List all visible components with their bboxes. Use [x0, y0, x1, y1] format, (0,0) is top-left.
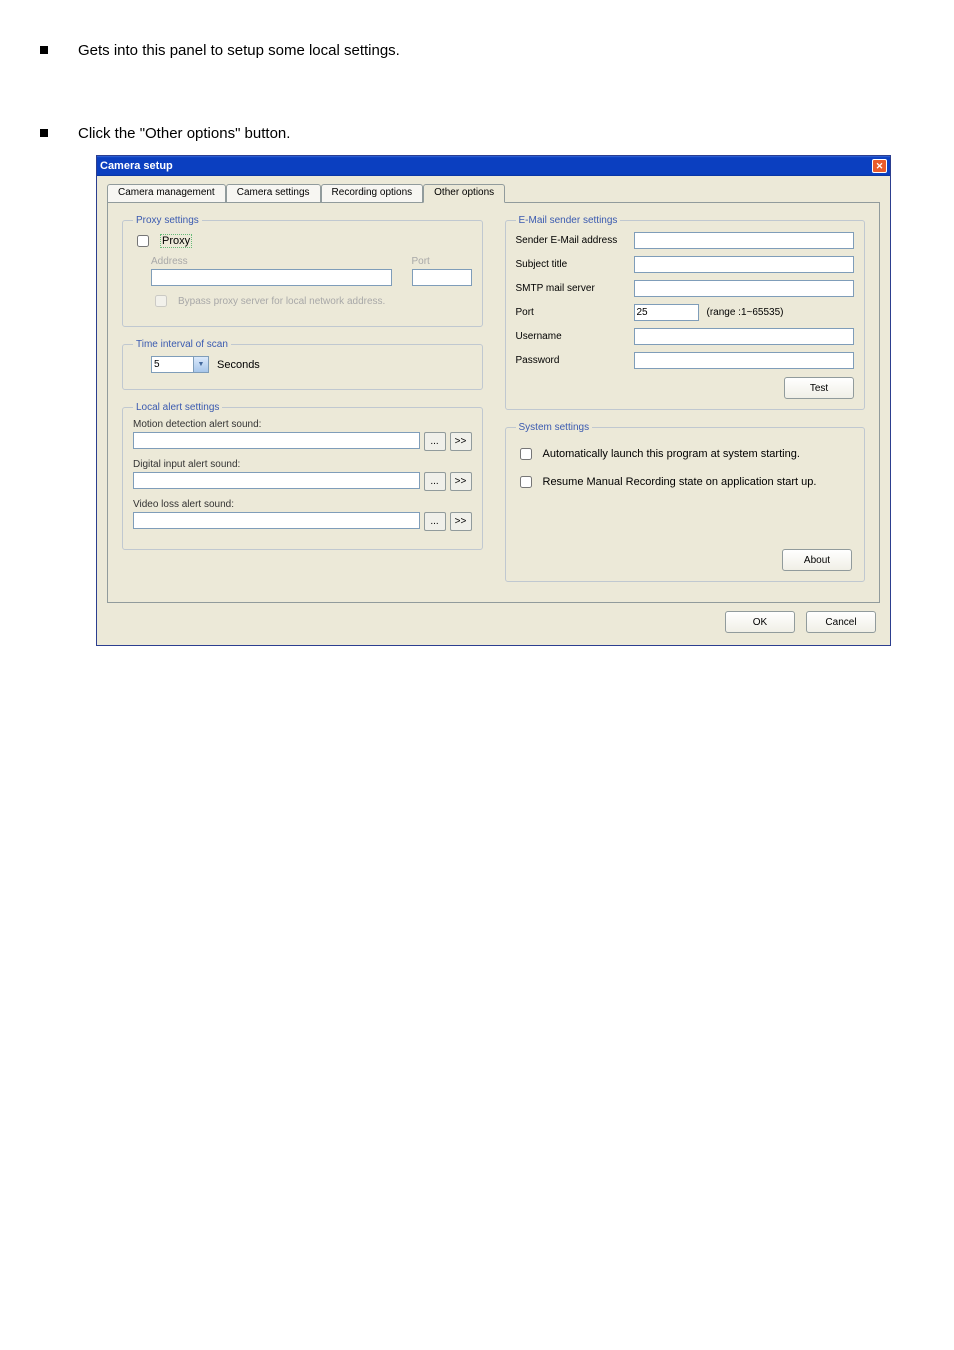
auto-launch-label: Automatically launch this program at sys…	[543, 448, 800, 460]
tab-recording-options[interactable]: Recording options	[321, 184, 424, 202]
smtp-port-input[interactable]	[634, 304, 699, 321]
port-label: Port	[412, 256, 472, 267]
auto-launch-checkbox[interactable]	[520, 448, 532, 460]
local-alert-group: Local alert settings Motion detection al…	[122, 402, 483, 550]
browse-button[interactable]: ...	[424, 472, 446, 491]
group-title: Proxy settings	[133, 215, 202, 226]
doc-bullet-2: Click the "Other options" button.	[40, 123, 914, 146]
resume-recording-checkbox[interactable]	[520, 476, 532, 488]
camera-setup-dialog: Camera setup ✕ Camera management Camera …	[96, 155, 891, 646]
proxy-address-input[interactable]	[151, 269, 392, 286]
group-title: System settings	[516, 422, 593, 433]
proxy-port-input[interactable]	[412, 269, 472, 286]
bypass-checkbox[interactable]	[155, 295, 167, 307]
proxy-checkbox-label: Proxy	[160, 234, 192, 248]
port-range-note: (range :1~65535)	[707, 307, 784, 318]
password-label: Password	[516, 355, 634, 366]
group-title: Local alert settings	[133, 402, 222, 413]
square-bullet-icon	[40, 129, 48, 137]
play-button[interactable]: >>	[450, 432, 472, 451]
text: button.	[240, 125, 290, 142]
sender-email-input[interactable]	[634, 232, 855, 249]
digital-sound-input[interactable]	[133, 472, 420, 489]
group-title: E-Mail sender settings	[516, 215, 621, 226]
chevron-down-icon[interactable]: ▼	[193, 356, 209, 373]
test-button[interactable]: Test	[784, 377, 854, 399]
proxy-settings-group: Proxy settings Proxy Address Port	[122, 215, 483, 327]
left-column: Proxy settings Proxy Address Port	[122, 215, 483, 590]
smtp-port-label: Port	[516, 307, 634, 318]
tab-camera-management[interactable]: Camera management	[107, 184, 226, 202]
tab-content: Proxy settings Proxy Address Port	[107, 203, 880, 603]
text: Click the	[78, 125, 140, 142]
username-label: Username	[516, 331, 634, 342]
smtp-server-input[interactable]	[634, 280, 855, 297]
bullet-text: Gets into this panel to setup some local…	[78, 40, 400, 63]
doc-bullet-1: Gets into this panel to setup some local…	[40, 40, 914, 63]
text-link: "Other options"	[140, 125, 241, 142]
smtp-label: SMTP mail server	[516, 283, 634, 294]
browse-button[interactable]: ...	[424, 512, 446, 531]
scan-interval-combo[interactable]: ▼	[151, 356, 209, 373]
browse-button[interactable]: ...	[424, 432, 446, 451]
resume-recording-label: Resume Manual Recording state on applica…	[543, 476, 817, 488]
unit-label: Seconds	[217, 359, 260, 371]
scan-interval-input[interactable]	[151, 356, 193, 373]
subject-label: Subject title	[516, 259, 634, 270]
proxy-checkbox[interactable]	[137, 235, 149, 247]
email-sender-group: E-Mail sender settings Sender E-Mail add…	[505, 215, 866, 410]
address-label: Address	[151, 256, 392, 267]
about-button[interactable]: About	[782, 549, 852, 571]
play-button[interactable]: >>	[450, 472, 472, 491]
sender-label: Sender E-Mail address	[516, 235, 634, 246]
tabstrip: Camera management Camera settings Record…	[107, 184, 880, 203]
password-input[interactable]	[634, 352, 855, 369]
bullet-text: Click the "Other options" button.	[78, 123, 290, 146]
scan-interval-group: Time interval of scan ▼ Seconds	[122, 339, 483, 390]
tab-other-options[interactable]: Other options	[423, 184, 505, 203]
motion-alert-label: Motion detection alert sound:	[133, 419, 472, 430]
group-title: Time interval of scan	[133, 339, 231, 350]
bypass-label: Bypass proxy server for local network ad…	[178, 296, 385, 307]
motion-sound-input[interactable]	[133, 432, 420, 449]
video-loss-label: Video loss alert sound:	[133, 499, 472, 510]
cancel-button[interactable]: Cancel	[806, 611, 876, 633]
dialog-button-row: OK Cancel	[107, 603, 880, 635]
system-settings-group: System settings Automatically launch thi…	[505, 422, 866, 582]
username-input[interactable]	[634, 328, 855, 345]
window-title: Camera setup	[100, 160, 872, 172]
close-icon[interactable]: ✕	[872, 159, 887, 173]
video-loss-sound-input[interactable]	[133, 512, 420, 529]
digital-alert-label: Digital input alert sound:	[133, 459, 472, 470]
titlebar: Camera setup ✕	[97, 156, 890, 176]
tab-camera-settings[interactable]: Camera settings	[226, 184, 321, 202]
ok-button[interactable]: OK	[725, 611, 795, 633]
subject-input[interactable]	[634, 256, 855, 273]
play-button[interactable]: >>	[450, 512, 472, 531]
square-bullet-icon	[40, 46, 48, 54]
right-column: E-Mail sender settings Sender E-Mail add…	[505, 215, 866, 590]
